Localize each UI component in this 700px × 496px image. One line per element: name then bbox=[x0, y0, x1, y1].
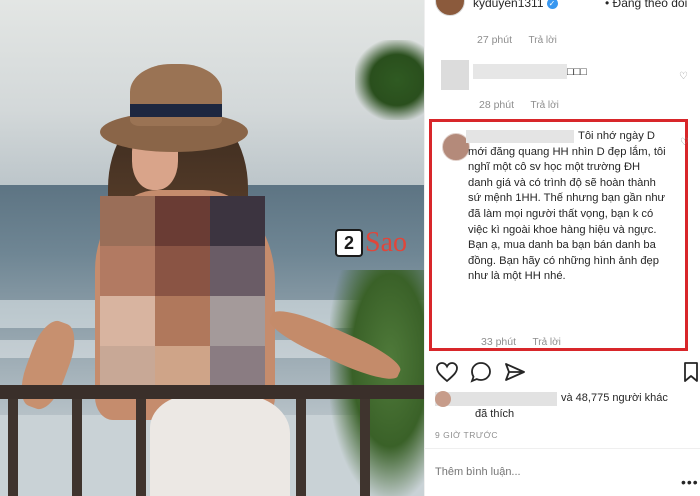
more-options-icon[interactable]: ••• bbox=[681, 474, 699, 490]
comment-time: 33 phút bbox=[481, 336, 517, 348]
comment-meta: 28 phút Trả lời bbox=[479, 95, 559, 113]
action-bar bbox=[425, 360, 700, 388]
liker-avatar[interactable] bbox=[435, 391, 451, 407]
verified-icon: ✓ bbox=[546, 0, 558, 10]
comment-like-icon[interactable]: ♡ bbox=[679, 72, 688, 82]
watermark-number: 2 bbox=[335, 229, 363, 257]
blurred-username bbox=[473, 64, 567, 79]
photo-railing-post bbox=[8, 399, 18, 496]
photo-railing-post bbox=[136, 399, 146, 496]
photo-foliage bbox=[330, 270, 424, 496]
commenter-avatar[interactable] bbox=[441, 60, 469, 90]
watermark-text: Sao bbox=[365, 227, 407, 258]
photo-railing-post bbox=[72, 399, 82, 496]
follow-label[interactable]: Đang theo dõi bbox=[613, 0, 688, 10]
likes-suffix: đã thích bbox=[475, 408, 515, 420]
watermark-logo: 2 Sao bbox=[335, 227, 407, 259]
author-username-text[interactable]: kyduyen1311 bbox=[473, 0, 544, 10]
comment-text: □□□ bbox=[567, 66, 587, 78]
add-comment-input[interactable] bbox=[435, 466, 655, 478]
photo-foliage bbox=[355, 40, 424, 120]
comment-text: Tôi nhớ ngày D mới đăng quang HH nhìn D … bbox=[468, 130, 666, 283]
post-photo[interactable]: 2 Sao bbox=[0, 0, 424, 496]
photo-skirt bbox=[150, 395, 290, 496]
comment-meta: 33 phút Trả lời bbox=[481, 332, 561, 350]
comment-time: 28 phút bbox=[479, 99, 515, 111]
comment-icon[interactable] bbox=[469, 360, 493, 384]
follow-status[interactable]: • Đang theo dõi bbox=[605, 0, 687, 10]
post-timestamp[interactable]: 9 GIỜ TRƯỚC bbox=[435, 430, 498, 440]
likes-count[interactable]: và 48,775 người khác bbox=[561, 392, 668, 404]
blurred-liker bbox=[435, 392, 557, 406]
photo-railing bbox=[0, 385, 424, 399]
reply-link[interactable]: Trả lời bbox=[531, 100, 559, 111]
likes-summary: và 48,775 người khác đã thích bbox=[435, 391, 700, 427]
photo-hat-band bbox=[130, 104, 222, 117]
comment-like-icon[interactable]: ♡ bbox=[680, 138, 689, 148]
photo-railing-post bbox=[360, 399, 370, 496]
author-username[interactable]: kyduyen1311 ✓ bbox=[473, 0, 558, 10]
comment-time: 27 phút bbox=[477, 34, 513, 46]
screenshot-frame: 2 Sao kyduyen1311 ✓ • Đang theo dõi 27 ph… bbox=[0, 0, 700, 496]
reply-link[interactable]: Trả lời bbox=[529, 35, 557, 46]
censor-mosaic bbox=[100, 196, 265, 396]
photo-railing-post bbox=[296, 399, 306, 496]
share-icon[interactable] bbox=[503, 360, 527, 384]
highlighted-comment: Tôi nhớ ngày D mới đăng quang HH nhìn D … bbox=[429, 119, 689, 351]
bookmark-icon[interactable] bbox=[679, 360, 700, 384]
divider bbox=[425, 448, 700, 449]
comment-meta: 27 phút Trả lời bbox=[477, 30, 557, 48]
post-sidebar: kyduyen1311 ✓ • Đang theo dõi 27 phút Trả… bbox=[424, 0, 700, 496]
heart-icon[interactable] bbox=[435, 360, 459, 384]
reply-link[interactable]: Trả lời bbox=[533, 337, 561, 348]
author-avatar[interactable] bbox=[435, 0, 465, 16]
post-header: kyduyen1311 ✓ • Đang theo dõi bbox=[425, 0, 700, 16]
